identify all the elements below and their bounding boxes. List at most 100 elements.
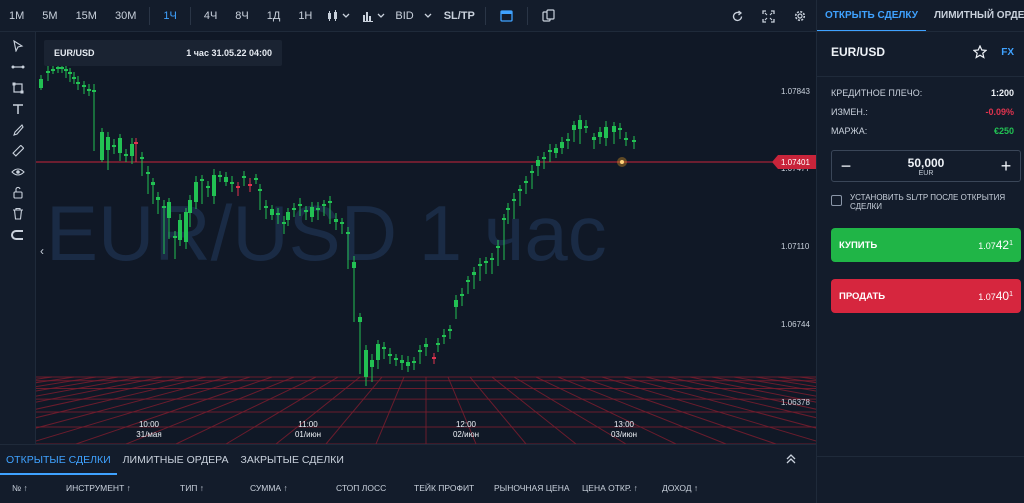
- candle-body: [572, 125, 576, 130]
- calendar-button[interactable]: [490, 0, 523, 32]
- text-icon: [12, 103, 23, 114]
- horizontal-line-icon: [11, 65, 24, 68]
- toolbar-divider: [189, 6, 191, 25]
- date-axis-label: 03/июн: [611, 430, 637, 439]
- sltp-toggle[interactable]: SL/TP: [438, 0, 481, 32]
- timeframe-5m[interactable]: 5M: [33, 0, 66, 32]
- candle-body: [140, 157, 144, 159]
- brush-tool[interactable]: [8, 122, 28, 137]
- market-badge: FX: [1001, 46, 1014, 58]
- column-profit[interactable]: ДОХОД ↑: [662, 483, 698, 493]
- chart-timestamp: 1 час 31.05.22 04:00: [186, 48, 272, 58]
- text-tool[interactable]: [8, 101, 28, 116]
- copy-icon: [542, 9, 555, 22]
- candle-body: [388, 354, 392, 356]
- ruler-tool[interactable]: [8, 143, 28, 158]
- timeframe-4h[interactable]: 4Ч: [195, 0, 226, 32]
- candle-body: [364, 350, 368, 377]
- sell-button[interactable]: ПРОДАТЬ 1.07401: [831, 279, 1021, 313]
- candle-body: [124, 154, 128, 156]
- expand-icon: [762, 9, 775, 23]
- increase-amount-button[interactable]: +: [992, 151, 1020, 181]
- bid-dropdown[interactable]: [418, 0, 438, 32]
- timeframe-1d[interactable]: 1Д: [258, 0, 290, 32]
- tab-limit-order[interactable]: ЛИМИТНЫЙ ОРДЕР: [926, 0, 1024, 31]
- settings-button[interactable]: [784, 0, 816, 32]
- magnet-icon: [10, 229, 23, 240]
- column-type[interactable]: ТИП ↑: [180, 483, 204, 493]
- candle-body: [46, 71, 50, 73]
- candle-body: [100, 132, 104, 160]
- tab-closed-trades[interactable]: ЗАКРЫТЫЕ СДЕЛКИ: [235, 445, 350, 475]
- chevron-left-icon[interactable]: ‹: [40, 244, 44, 258]
- cursor-tool[interactable]: [8, 38, 28, 53]
- amount-field[interactable]: 50,000 EUR: [908, 156, 945, 177]
- candle-body: [340, 222, 344, 224]
- snapshot-button[interactable]: [532, 0, 565, 32]
- trade-panel: ОТКРЫТЬ СДЕЛКУ ЛИМИТНЫЙ ОРДЕР EUR/USD FX…: [816, 0, 1024, 503]
- candle-body: [424, 344, 428, 347]
- decrease-amount-button[interactable]: −: [832, 151, 860, 181]
- tab-limit-orders[interactable]: ЛИМИТНЫЕ ОРДЕРА: [117, 445, 235, 475]
- sell-label: ПРОДАТЬ: [839, 290, 886, 302]
- timeframe-1w[interactable]: 1Н: [289, 0, 321, 32]
- buy-button[interactable]: КУПИТЬ 1.07421: [831, 228, 1021, 262]
- candle-body: [134, 142, 138, 144]
- timeframe-1h[interactable]: 1Ч: [154, 0, 185, 32]
- column-take-profit: ТЕЙК ПРОФИТ: [414, 483, 475, 493]
- column-amount[interactable]: СУММА ↑: [250, 483, 288, 493]
- timeframe-1m[interactable]: 1M: [0, 0, 33, 32]
- candle-body: [432, 357, 436, 359]
- timeframe-30m[interactable]: 30M: [106, 0, 145, 32]
- column-number[interactable]: № ↑: [12, 483, 28, 493]
- volume-dropdown[interactable]: [356, 0, 391, 32]
- candlestick-icon: [328, 9, 338, 21]
- bid-toggle[interactable]: BID: [391, 0, 417, 32]
- line-tool[interactable]: [8, 59, 28, 74]
- time-axis-label: 12:00: [456, 420, 477, 429]
- delete-tool[interactable]: [8, 206, 28, 221]
- candle-body: [466, 280, 470, 282]
- tab-open-trade[interactable]: ОТКРЫТЬ СДЕЛКУ: [817, 0, 926, 31]
- margin-label: МАРЖА:: [831, 126, 868, 136]
- instrument-info-box: EUR/USD 1 час 31.05.22 04:00: [44, 40, 282, 66]
- visibility-tool[interactable]: [8, 164, 28, 179]
- candle-body: [554, 148, 558, 153]
- fullscreen-button[interactable]: [753, 0, 784, 32]
- candle-body: [167, 202, 171, 218]
- candle-body: [506, 208, 510, 210]
- timeframe-8h[interactable]: 8Ч: [226, 0, 257, 32]
- magnet-tool[interactable]: [8, 227, 28, 242]
- candle-body: [548, 150, 552, 152]
- trades-panel: ОТКРЫТЫЕ СДЕЛКИ ЛИМИТНЫЕ ОРДЕРА ЗАКРЫТЫЕ…: [0, 444, 816, 503]
- calendar-icon: [500, 10, 513, 22]
- sltp-checkbox[interactable]: [831, 195, 842, 206]
- gear-icon: [794, 10, 806, 22]
- lock-tool[interactable]: [8, 185, 28, 200]
- candle-type-dropdown[interactable]: [321, 0, 356, 32]
- candle-body: [566, 139, 570, 141]
- candle-body: [162, 206, 166, 208]
- candle-body: [188, 200, 192, 213]
- divider: [817, 76, 1024, 77]
- rectangle-tool[interactable]: [8, 80, 28, 95]
- star-icon[interactable]: [973, 45, 988, 59]
- change-value: -0.09%: [985, 107, 1014, 117]
- sell-price: 1.07401: [978, 289, 1013, 303]
- candle-body: [282, 222, 286, 224]
- column-open-price[interactable]: ЦЕНА ОТКР. ↑: [582, 483, 638, 493]
- candle-body: [64, 69, 68, 71]
- chevron-down-icon: [377, 13, 385, 18]
- price-chart[interactable]: EUR/USD 1 час1.078431.074771.071101.0674…: [36, 32, 816, 444]
- candle-body: [212, 175, 216, 196]
- undo-button[interactable]: [722, 0, 753, 32]
- tab-open-trades[interactable]: ОТКРЫТЫЕ СДЕЛКИ: [0, 445, 117, 475]
- column-instrument[interactable]: ИНСТРУМЕНТ ↑: [66, 483, 131, 493]
- sltp-after-open-option[interactable]: УСТАНОВИТЬ SL/TP ПОСЛЕ ОТКРЫТИЯ СДЕЛКИ: [831, 193, 1011, 211]
- candle-body: [200, 179, 204, 181]
- trades-tabs: ОТКРЫТЫЕ СДЕЛКИ ЛИМИТНЫЕ ОРДЕРА ЗАКРЫТЫЕ…: [0, 445, 816, 475]
- candle-body: [82, 85, 86, 87]
- expand-panel-button[interactable]: [786, 452, 796, 470]
- date-axis-label: 31/мая: [136, 430, 161, 439]
- timeframe-15m[interactable]: 15M: [67, 0, 106, 32]
